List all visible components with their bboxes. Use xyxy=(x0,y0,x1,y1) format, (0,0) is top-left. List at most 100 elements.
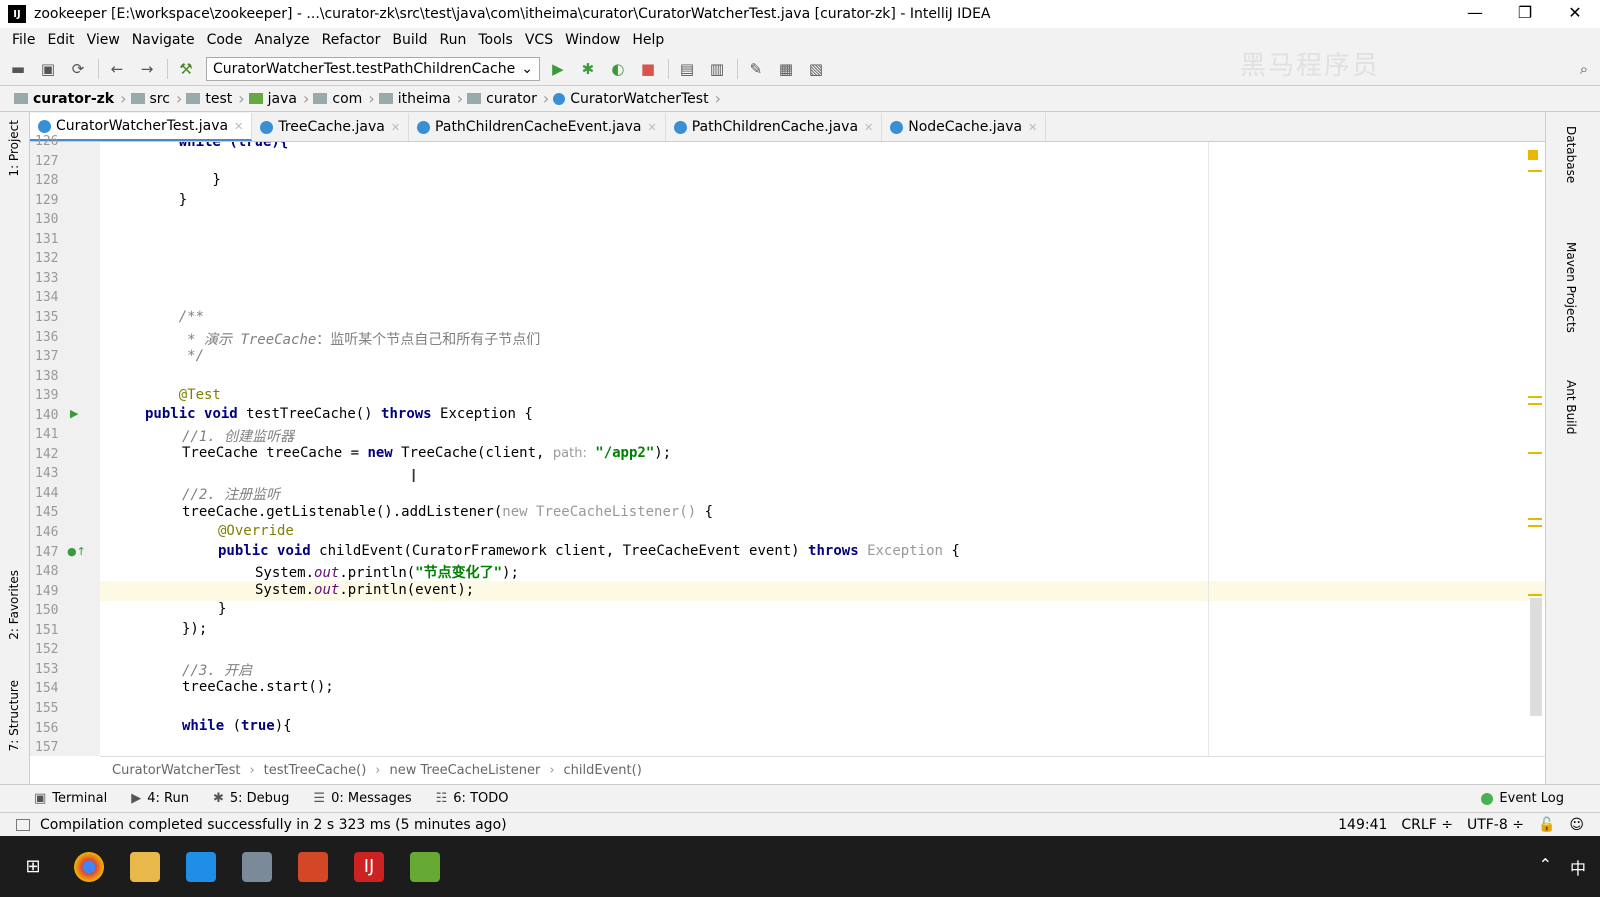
notepad-icon[interactable] xyxy=(410,851,440,882)
override-gutter-icon[interactable]: ●↑ xyxy=(67,545,86,558)
inspection-status-icon[interactable] xyxy=(1528,150,1538,160)
nav-crumb-java[interactable]: java › xyxy=(248,89,309,108)
breadcrumb-class[interactable]: CuratorWatcherTest xyxy=(112,763,240,778)
nav-crumb-class[interactable]: CuratorWatcherTest › xyxy=(553,89,721,108)
back-icon[interactable]: ← xyxy=(105,57,129,81)
structure-tool-tab[interactable]: 7: Structure xyxy=(7,680,21,751)
nav-crumb-com[interactable]: com › xyxy=(313,89,375,108)
menu-help[interactable]: Help xyxy=(632,32,664,48)
line-separator[interactable]: CRLF ÷ xyxy=(1401,817,1453,833)
file-encoding[interactable]: UTF-8 ÷ xyxy=(1467,817,1524,833)
lock-icon[interactable]: 🔓 xyxy=(1538,817,1555,833)
run-tool-tab[interactable]: ▶ 4: Run xyxy=(131,791,189,806)
class-icon xyxy=(673,120,687,134)
nav-crumb-itheima[interactable]: itheima › xyxy=(378,89,463,108)
qq-browser-icon[interactable] xyxy=(186,851,216,882)
favorites-tool-tab[interactable]: 2: Favorites xyxy=(7,570,21,640)
close-button[interactable]: ✕ xyxy=(1550,0,1600,28)
system-app-icon[interactable] xyxy=(242,851,272,882)
menu-code[interactable]: Code xyxy=(207,32,243,48)
powerpoint-icon[interactable] xyxy=(298,851,328,882)
error-stripe-mark[interactable] xyxy=(1528,518,1542,520)
stop-icon[interactable]: ■ xyxy=(636,57,660,81)
run-test-gutter-icon[interactable]: ▶ xyxy=(70,407,78,420)
watermark-logo: 黑马程序员 xyxy=(1240,51,1381,81)
vcs-update-icon[interactable]: ▤ xyxy=(675,57,699,81)
sync-icon[interactable]: ⟳ xyxy=(66,57,90,81)
menu-build[interactable]: Build xyxy=(392,32,427,48)
vcs-commit-icon[interactable]: ▥ xyxy=(705,57,729,81)
line-number-gutter: 126 127 128 129 130 131 132 133 134 135 136 137 138 1… xyxy=(30,134,100,756)
tab-treecache[interactable]: TreeCache.java ✕ xyxy=(252,113,410,141)
messages-tool-tab[interactable]: ☰ 0: Messages xyxy=(313,791,411,806)
tab-pathchildrencacheevent[interactable]: PathChildrenCacheEvent.java ✕ xyxy=(409,113,666,141)
tab-pathchildrencache[interactable]: PathChildrenCache.java ✕ xyxy=(666,113,883,141)
menu-view[interactable]: View xyxy=(87,32,120,48)
line-number: 128 xyxy=(35,173,59,189)
build-hammer-icon[interactable]: ⚒ xyxy=(174,57,198,81)
debug-tool-tab[interactable]: ✱ 5: Debug xyxy=(213,791,289,806)
search-icon[interactable]: ⌕ xyxy=(1572,57,1596,81)
close-icon[interactable]: ✕ xyxy=(647,121,656,134)
close-icon[interactable]: ✕ xyxy=(391,121,400,134)
breadcrumb-anon-class[interactable]: new TreeCacheListener xyxy=(389,763,540,778)
menu-vcs[interactable]: VCS xyxy=(525,32,553,48)
maven-tool-tab[interactable]: Maven Projects xyxy=(1564,242,1578,333)
intellij-taskbar-icon[interactable]: IJ xyxy=(354,851,384,882)
ant-tool-tab[interactable]: Ant Build xyxy=(1564,380,1578,434)
breadcrumb-inner-method[interactable]: childEvent() xyxy=(564,763,642,778)
breadcrumb-method[interactable]: testTreeCache() xyxy=(264,763,367,778)
project-structure-icon[interactable]: ▦ xyxy=(774,57,798,81)
nav-crumb-curator[interactable]: curator › xyxy=(467,89,549,108)
todo-tool-tab[interactable]: ☷ 6: TODO xyxy=(436,791,509,806)
settings-wrench-icon[interactable]: ✎ xyxy=(744,57,768,81)
nav-crumb-module[interactable]: curator-zk › xyxy=(14,89,127,108)
caret-position[interactable]: 149:41 xyxy=(1338,817,1387,833)
forward-icon[interactable]: → xyxy=(135,57,159,81)
menu-window[interactable]: Window xyxy=(565,32,620,48)
minimize-button[interactable]: — xyxy=(1450,0,1500,28)
editor-scrollbar-thumb[interactable] xyxy=(1530,598,1542,716)
error-stripe-mark[interactable] xyxy=(1528,403,1542,405)
event-log-button[interactable]: Event Log xyxy=(1481,791,1564,806)
tray-chevron-up-icon[interactable]: ⌃ xyxy=(1539,855,1552,879)
error-stripe-mark[interactable] xyxy=(1528,170,1542,172)
menu-analyze[interactable]: Analyze xyxy=(254,32,309,48)
nav-crumb-src[interactable]: src › xyxy=(130,89,182,108)
status-toggle-icon[interactable] xyxy=(16,818,30,831)
run-icon[interactable]: ▶ xyxy=(546,57,570,81)
error-stripe-mark[interactable] xyxy=(1528,452,1542,454)
close-icon[interactable]: ✕ xyxy=(234,120,243,133)
close-icon[interactable]: ✕ xyxy=(864,121,873,134)
run-configuration-select[interactable]: CuratorWatcherTest.testPathChildrenCache… xyxy=(206,56,540,81)
menu-file[interactable]: File xyxy=(12,32,35,48)
database-tool-tab[interactable]: Database xyxy=(1564,126,1578,183)
class-icon xyxy=(38,119,51,133)
debug-icon[interactable]: ✱ xyxy=(576,57,600,81)
event-log-icon xyxy=(1481,792,1494,805)
close-icon[interactable]: ✕ xyxy=(1028,121,1037,134)
open-folder-icon[interactable]: ▬ xyxy=(6,57,30,81)
file-explorer-icon[interactable] xyxy=(130,851,160,882)
windows-start-icon[interactable]: ⊞ xyxy=(18,852,48,882)
sdk-icon[interactable]: ▧ xyxy=(804,57,828,81)
nav-crumb-test[interactable]: test › xyxy=(186,89,245,108)
save-icon[interactable]: ▣ xyxy=(36,57,60,81)
tab-nodecache[interactable]: NodeCache.java ✕ xyxy=(882,113,1047,141)
error-stripe-mark[interactable] xyxy=(1528,396,1542,398)
error-stripe-mark[interactable] xyxy=(1528,525,1542,527)
hector-icon[interactable]: ☺ xyxy=(1569,817,1584,833)
menu-refactor[interactable]: Refactor xyxy=(322,32,381,48)
project-tool-tab[interactable]: 1: Project xyxy=(7,120,21,177)
chrome-icon[interactable] xyxy=(74,851,104,882)
menu-tools[interactable]: Tools xyxy=(478,32,513,48)
menu-navigate[interactable]: Navigate xyxy=(132,32,195,48)
error-stripe-mark[interactable] xyxy=(1528,594,1542,596)
code-editor[interactable]: while (true){ } } /** * 演示 TreeCache：监听某… xyxy=(100,142,1545,756)
input-method-indicator[interactable]: 中 xyxy=(1570,855,1586,879)
restore-button[interactable]: ❐ xyxy=(1500,0,1550,28)
menu-run[interactable]: Run xyxy=(440,32,467,48)
menu-edit[interactable]: Edit xyxy=(47,32,74,48)
terminal-tool-tab[interactable]: ▣ Terminal xyxy=(34,791,107,806)
coverage-icon[interactable]: ◐ xyxy=(606,57,630,81)
